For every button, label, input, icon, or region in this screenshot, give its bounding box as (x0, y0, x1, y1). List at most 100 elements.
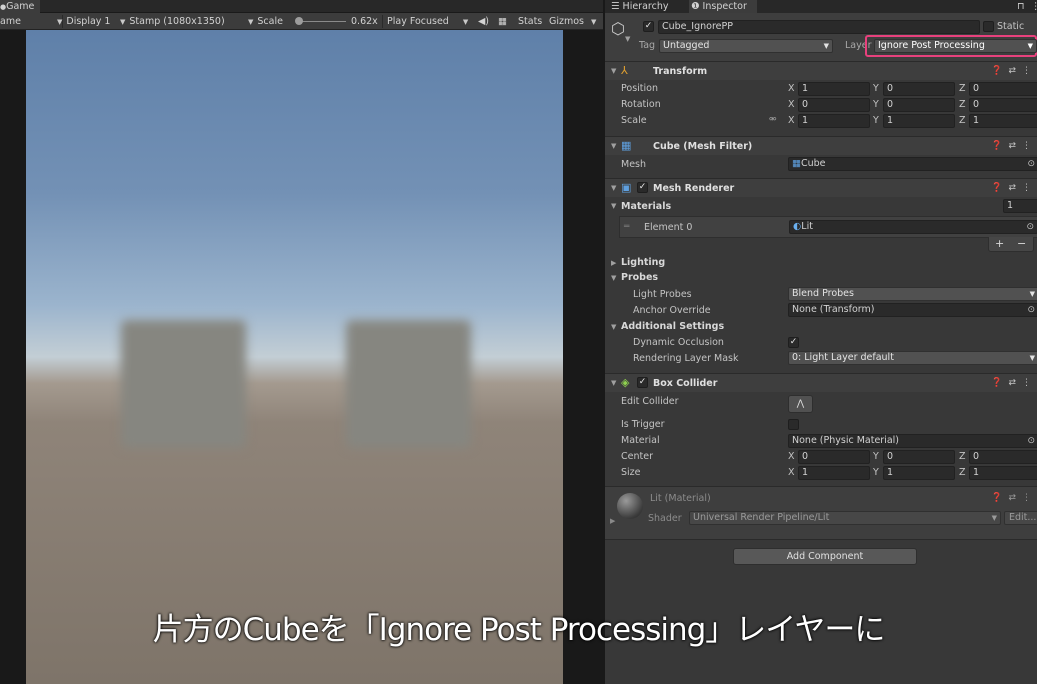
tab-hierarchy[interactable]: ☰ Hierarchy (611, 0, 668, 13)
is-trigger-checkbox[interactable] (788, 419, 799, 430)
position-y-field[interactable]: 0 (883, 82, 955, 96)
preset-icon: ⇄ (1008, 183, 1022, 193)
chevron-down-icon[interactable]: ▼ (591, 13, 600, 30)
rendering-layer-dropdown[interactable]: 0: Light Layer default ▼ (788, 351, 1037, 365)
drag-handle-icon[interactable]: ═ (624, 221, 629, 233)
material-header-icons[interactable]: ❓⇄⋮ (991, 491, 1037, 506)
center-y-field[interactable]: 0 (883, 450, 955, 464)
lock-icon[interactable]: ⊓ (1017, 0, 1024, 13)
add-element-button[interactable]: + (995, 237, 1004, 250)
chevron-right-icon[interactable]: ▶ (610, 517, 615, 525)
box-collider-enabled-checkbox[interactable]: ✓ (637, 377, 648, 388)
object-active-checkbox[interactable]: ✓ (643, 21, 654, 32)
constrain-proportions-icon[interactable]: ⚮ (769, 113, 777, 127)
game-view: ●Game ame ▼ Display 1 ▼ Stamp (1080x1350) … (0, 0, 603, 684)
layer-dropdown[interactable]: Ignore Post Processing ▼ (874, 39, 1037, 53)
more-menu-icon[interactable]: ⋮ (1031, 0, 1037, 13)
tag-dropdown[interactable]: Untagged ▼ (659, 39, 833, 53)
position-z-field[interactable]: 0 (969, 82, 1037, 96)
rotation-y-field[interactable]: 0 (883, 98, 955, 112)
tab-inspector[interactable]: ❶ Inspector (689, 0, 757, 13)
resolution-dropdown[interactable]: ▼ Stamp (1080x1350) (120, 13, 225, 30)
additional-settings-foldout[interactable]: Additional Settings (621, 319, 724, 334)
material-section: ▶ Lit (Material) Shader Universal Render… (605, 486, 1037, 540)
rotation-z-field[interactable]: 0 (969, 98, 1037, 112)
object-picker-icon[interactable]: ⊙ (1027, 435, 1035, 447)
scale-slider-track[interactable] (296, 21, 346, 22)
probes-foldout[interactable]: Probes (621, 270, 658, 285)
component-header-icons[interactable]: ❓⇄⋮ (991, 64, 1037, 79)
chevron-down-icon: ▼ (611, 67, 617, 75)
object-picker-icon[interactable]: ⊙ (1027, 304, 1035, 316)
position-x-field[interactable]: 1 (798, 82, 870, 96)
rotation-x-field[interactable]: 0 (798, 98, 870, 112)
transform-header[interactable]: ▼ ⅄ Transform ❓⇄⋮ (605, 61, 1037, 80)
game-render-canvas (26, 30, 563, 684)
component-header-icons[interactable]: ❓⇄⋮ (991, 376, 1037, 391)
preset-icon: ⇄ (1008, 493, 1022, 503)
material-element-field[interactable]: ◐Lit ⊙ (789, 220, 1037, 234)
size-z-field[interactable]: 1 (969, 466, 1037, 480)
chevron-down-icon: ▼ (462, 18, 469, 26)
scale-slider-handle[interactable] (295, 17, 303, 25)
box-collider-header[interactable]: ▼ ◈ ✓ Box Collider ❓⇄⋮ (605, 373, 1037, 392)
chevron-right-icon[interactable]: ▶ (611, 259, 616, 267)
mesh-filter-header[interactable]: ▼ ▦ Cube (Mesh Filter) ❓⇄⋮ (605, 136, 1037, 155)
chevron-down-icon[interactable]: ▼ (611, 323, 616, 331)
size-x-field[interactable]: 1 (798, 466, 870, 480)
chevron-down-icon[interactable]: ▼ (625, 35, 630, 43)
mesh-field[interactable]: ▦Cube ⊙ (788, 157, 1037, 171)
light-probes-dropdown[interactable]: Blend Probes ▼ (788, 287, 1037, 301)
stats-button[interactable]: Stats (518, 13, 542, 30)
scale-x-field[interactable]: 1 (798, 114, 870, 128)
audio-mute-icon[interactable]: ◀) (478, 13, 489, 30)
display-dropdown[interactable]: ▼ Display 1 (57, 13, 110, 30)
center-z-field[interactable]: 0 (969, 450, 1037, 464)
component-header-icons[interactable]: ❓⇄⋮ (991, 181, 1037, 196)
shader-dropdown[interactable]: Universal Render Pipeline/Lit ▼ (689, 511, 1001, 525)
anchor-override-field[interactable]: None (Transform) ⊙ (788, 303, 1037, 317)
axis-y-label: Y (873, 467, 879, 478)
scale-y-field[interactable]: 1 (883, 114, 955, 128)
axis-y-label: Y (873, 115, 879, 126)
object-picker-icon[interactable]: ⊙ (1027, 158, 1035, 170)
mesh-renderer-header[interactable]: ▼ ▣ ✓ Mesh Renderer ❓⇄⋮ (605, 178, 1037, 197)
chevron-down-icon[interactable]: ▼ (611, 274, 616, 282)
anchor-override-label: Anchor Override (633, 305, 711, 316)
scale-z-field[interactable]: 1 (969, 114, 1037, 128)
chevron-down-icon[interactable]: ▼ (611, 202, 616, 210)
materials-list: ═ Element 0 ◐Lit ⊙ (619, 216, 1037, 238)
chevron-down-icon: ▼ (1027, 42, 1033, 50)
materials-label: Materials (621, 201, 672, 212)
component-header-icons[interactable]: ❓⇄⋮ (991, 139, 1037, 154)
keyboard-icon[interactable]: ▦ (498, 13, 507, 30)
object-picker-icon[interactable]: ⊙ (1026, 221, 1034, 233)
size-y-field[interactable]: 1 (883, 466, 955, 480)
play-mode-dropdown[interactable]: Play Focused ▼ (387, 13, 472, 30)
axis-x-label: X (788, 467, 795, 478)
caption-subtitle: 片方のCubeを「Ignore Post Processing」レイヤーに (152, 612, 886, 648)
edit-collider-button[interactable]: ⋀ (788, 395, 813, 413)
remove-element-button[interactable]: − (1017, 237, 1026, 250)
add-component-button[interactable]: Add Component (733, 548, 917, 565)
help-icon: ❓ (991, 493, 1009, 503)
material-label: Material (621, 435, 660, 446)
axis-z-label: Z (959, 451, 966, 462)
object-name-field[interactable]: Cube_IgnorePP (658, 20, 980, 34)
mesh-renderer-enabled-checkbox[interactable]: ✓ (637, 182, 648, 193)
static-checkbox[interactable] (983, 21, 994, 32)
game-mode-dropdown[interactable]: ame (0, 13, 21, 30)
physic-material-field[interactable]: None (Physic Material) ⊙ (788, 434, 1037, 448)
rotation-label: Rotation (621, 99, 661, 110)
lighting-foldout[interactable]: Lighting (621, 255, 665, 270)
gizmos-button[interactable]: Gizmos (549, 13, 584, 30)
dynamic-occlusion-checkbox[interactable]: ✓ (788, 337, 799, 348)
more-menu-icon: ⋮ (1022, 493, 1037, 503)
edit-collider-label: Edit Collider (621, 396, 679, 407)
scale-value: 0.62x (351, 16, 378, 27)
materials-count-field[interactable]: 1 (1003, 199, 1037, 213)
center-x-field[interactable]: 0 (798, 450, 870, 464)
shader-edit-button[interactable]: Edit... (1004, 511, 1037, 525)
chevron-down-icon: ▼ (57, 18, 63, 26)
tab-game[interactable]: ●Game (0, 0, 41, 13)
